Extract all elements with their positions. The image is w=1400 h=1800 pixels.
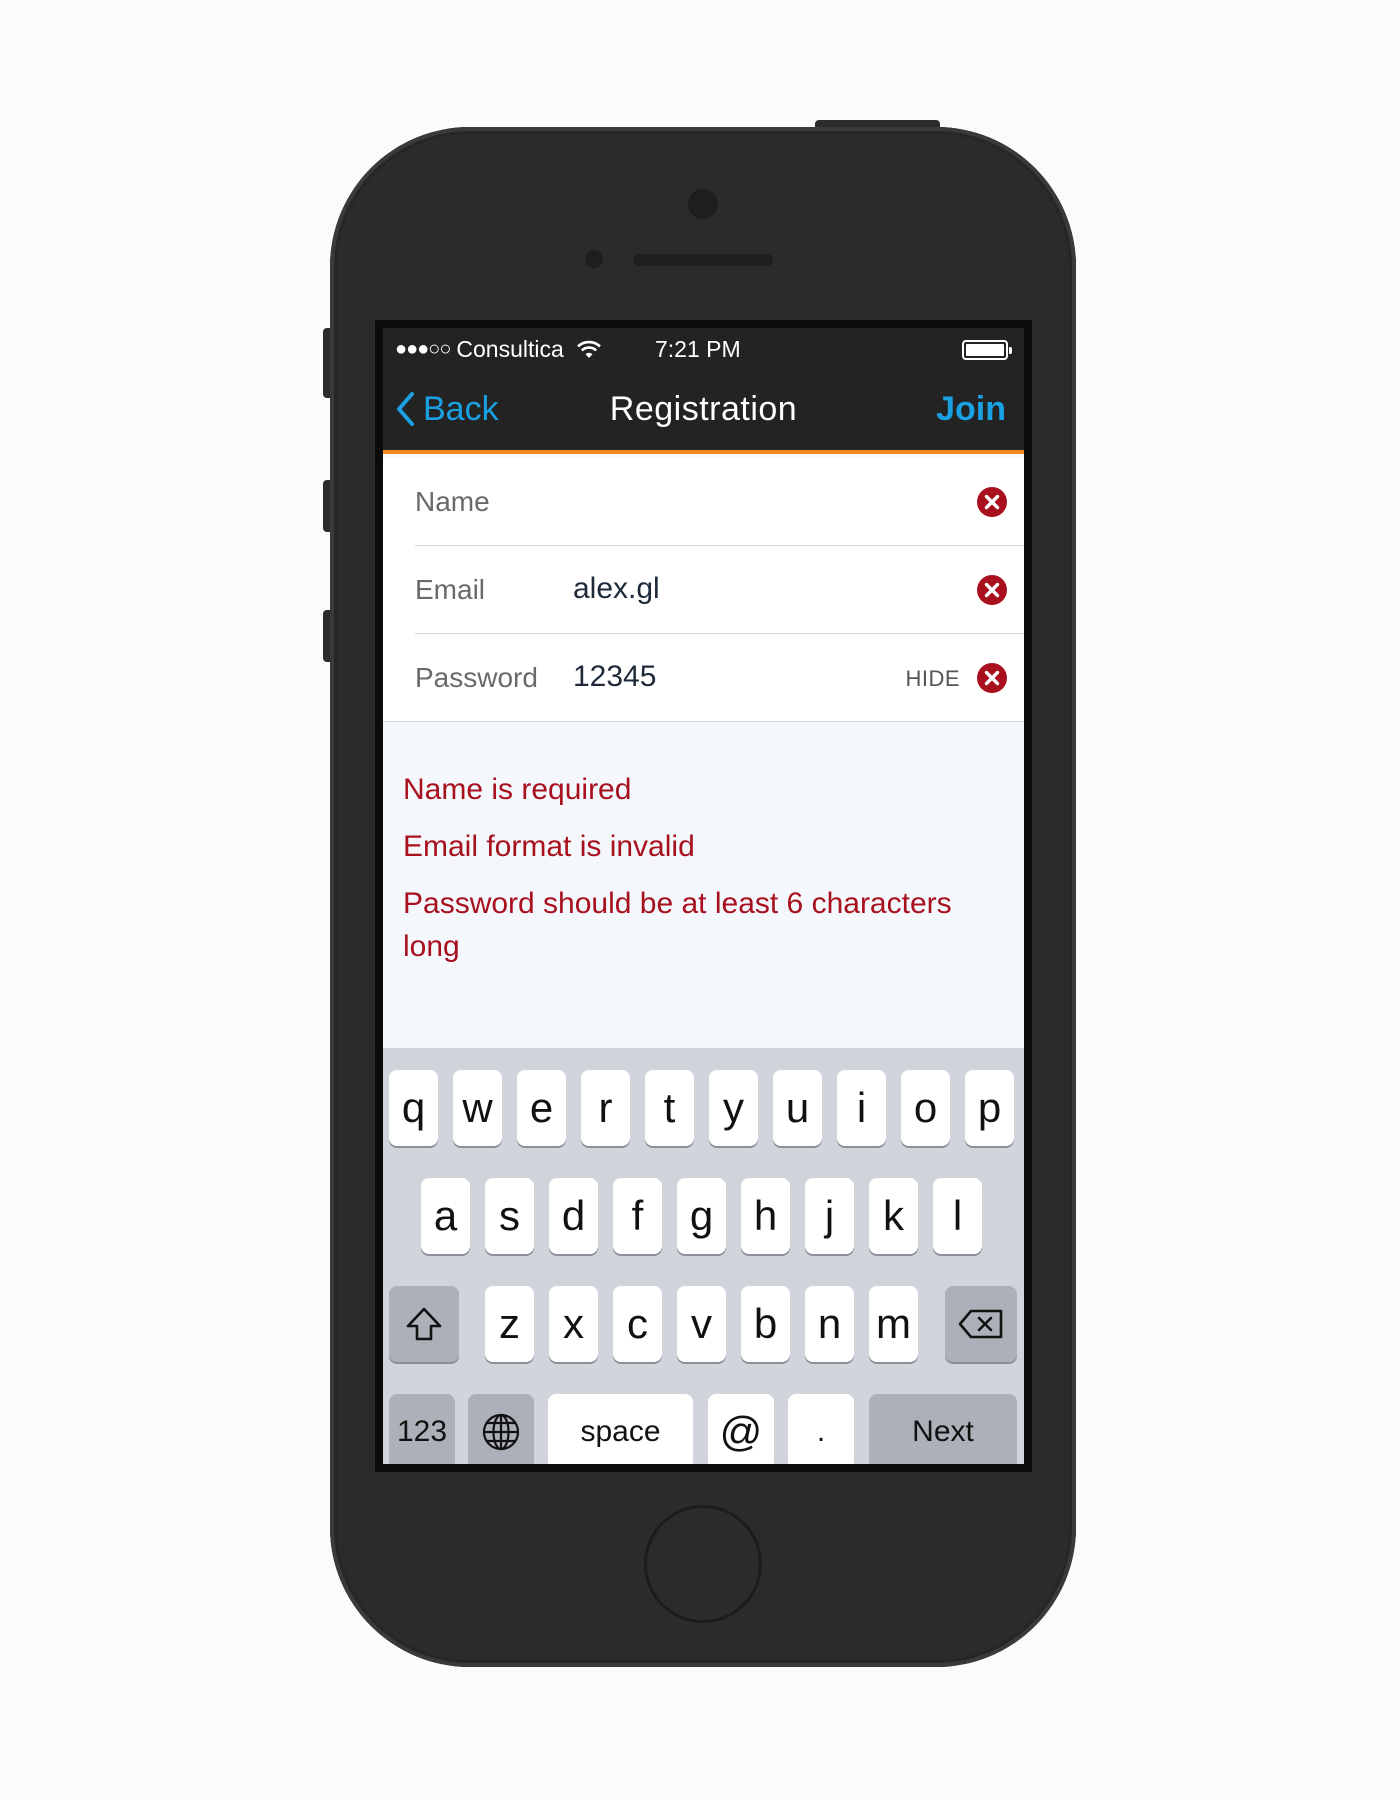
- navigation-bar: Back Registration Join: [383, 372, 1024, 454]
- battery-icon: [962, 340, 1012, 360]
- keyboard: q w e r t y u i o p a s d f g h j k l z …: [383, 1048, 1024, 1464]
- password-field-row: Password HIDE: [415, 634, 1024, 722]
- password-error-message: Password should be at least 6 characters…: [403, 887, 952, 963]
- space-key[interactable]: space: [548, 1394, 693, 1464]
- password-input[interactable]: [573, 660, 893, 694]
- join-button[interactable]: Join: [936, 390, 1006, 429]
- email-error-message: Email format is invalid: [403, 830, 695, 863]
- backspace-icon: [958, 1309, 1003, 1339]
- key-l[interactable]: l: [933, 1178, 982, 1254]
- key-p[interactable]: p: [965, 1070, 1014, 1146]
- status-time: 7:21 PM: [655, 336, 741, 362]
- front-camera: [688, 189, 718, 219]
- clear-email-icon[interactable]: [976, 574, 1008, 606]
- name-field-row: Name: [415, 458, 1024, 546]
- wifi-icon: [576, 340, 601, 358]
- numbers-key[interactable]: 123: [389, 1394, 455, 1464]
- name-error-message: Name is required: [403, 773, 632, 806]
- key-h[interactable]: h: [741, 1178, 790, 1254]
- home-button[interactable]: [644, 1505, 762, 1623]
- registration-form: Name Email Password HIDE: [383, 458, 1024, 722]
- key-f[interactable]: f: [613, 1178, 662, 1254]
- email-input[interactable]: [573, 572, 893, 606]
- status-bar: ●●●○○ Consultica 7:21 PM: [383, 328, 1024, 372]
- globe-icon: [482, 1413, 520, 1451]
- dot-key[interactable]: .: [788, 1394, 854, 1464]
- key-b[interactable]: b: [741, 1286, 790, 1362]
- key-m[interactable]: m: [869, 1286, 918, 1362]
- key-o[interactable]: o: [901, 1070, 950, 1146]
- name-field-label: Name: [415, 486, 490, 517]
- key-r[interactable]: r: [581, 1070, 630, 1146]
- shift-icon: [406, 1307, 442, 1341]
- signal-strength: ●●●○○: [395, 338, 451, 360]
- backspace-key[interactable]: [945, 1286, 1017, 1362]
- proximity-sensor: [585, 250, 603, 268]
- key-d[interactable]: d: [549, 1178, 598, 1254]
- key-c[interactable]: c: [613, 1286, 662, 1362]
- key-y[interactable]: y: [709, 1070, 758, 1146]
- email-field-row: Email: [415, 546, 1024, 634]
- shift-key[interactable]: [389, 1286, 459, 1362]
- key-w[interactable]: w: [453, 1070, 502, 1146]
- page-title: Registration: [609, 390, 798, 428]
- key-v[interactable]: v: [677, 1286, 726, 1362]
- earpiece-speaker: [633, 254, 773, 266]
- validation-errors: Name is required Email format is invalid…: [403, 768, 1003, 982]
- clear-name-icon[interactable]: [976, 486, 1008, 518]
- key-a[interactable]: a: [421, 1178, 470, 1254]
- key-k[interactable]: k: [869, 1178, 918, 1254]
- globe-key[interactable]: [468, 1394, 534, 1464]
- password-field-label: Password: [415, 662, 538, 693]
- key-u[interactable]: u: [773, 1070, 822, 1146]
- hide-password-toggle[interactable]: HIDE: [905, 666, 960, 692]
- key-s[interactable]: s: [485, 1178, 534, 1254]
- clear-password-icon[interactable]: [976, 662, 1008, 694]
- name-input[interactable]: [573, 484, 893, 518]
- key-i[interactable]: i: [837, 1070, 886, 1146]
- key-n[interactable]: n: [805, 1286, 854, 1362]
- key-g[interactable]: g: [677, 1178, 726, 1254]
- email-field-label: Email: [415, 574, 486, 605]
- screen: ●●●○○ Consultica 7:21 PM Back Registrati…: [383, 328, 1024, 1464]
- at-key[interactable]: @: [708, 1394, 774, 1464]
- key-t[interactable]: t: [645, 1070, 694, 1146]
- next-key[interactable]: Next: [869, 1394, 1017, 1464]
- key-x[interactable]: x: [549, 1286, 598, 1362]
- key-j[interactable]: j: [805, 1178, 854, 1254]
- key-q[interactable]: q: [389, 1070, 438, 1146]
- stage: ●●●○○ Consultica 7:21 PM Back Registrati…: [0, 0, 1400, 1800]
- key-e[interactable]: e: [517, 1070, 566, 1146]
- key-z[interactable]: z: [485, 1286, 534, 1362]
- carrier-info: ●●●○○ Consultica: [395, 336, 602, 363]
- carrier-name: Consultica: [456, 336, 564, 362]
